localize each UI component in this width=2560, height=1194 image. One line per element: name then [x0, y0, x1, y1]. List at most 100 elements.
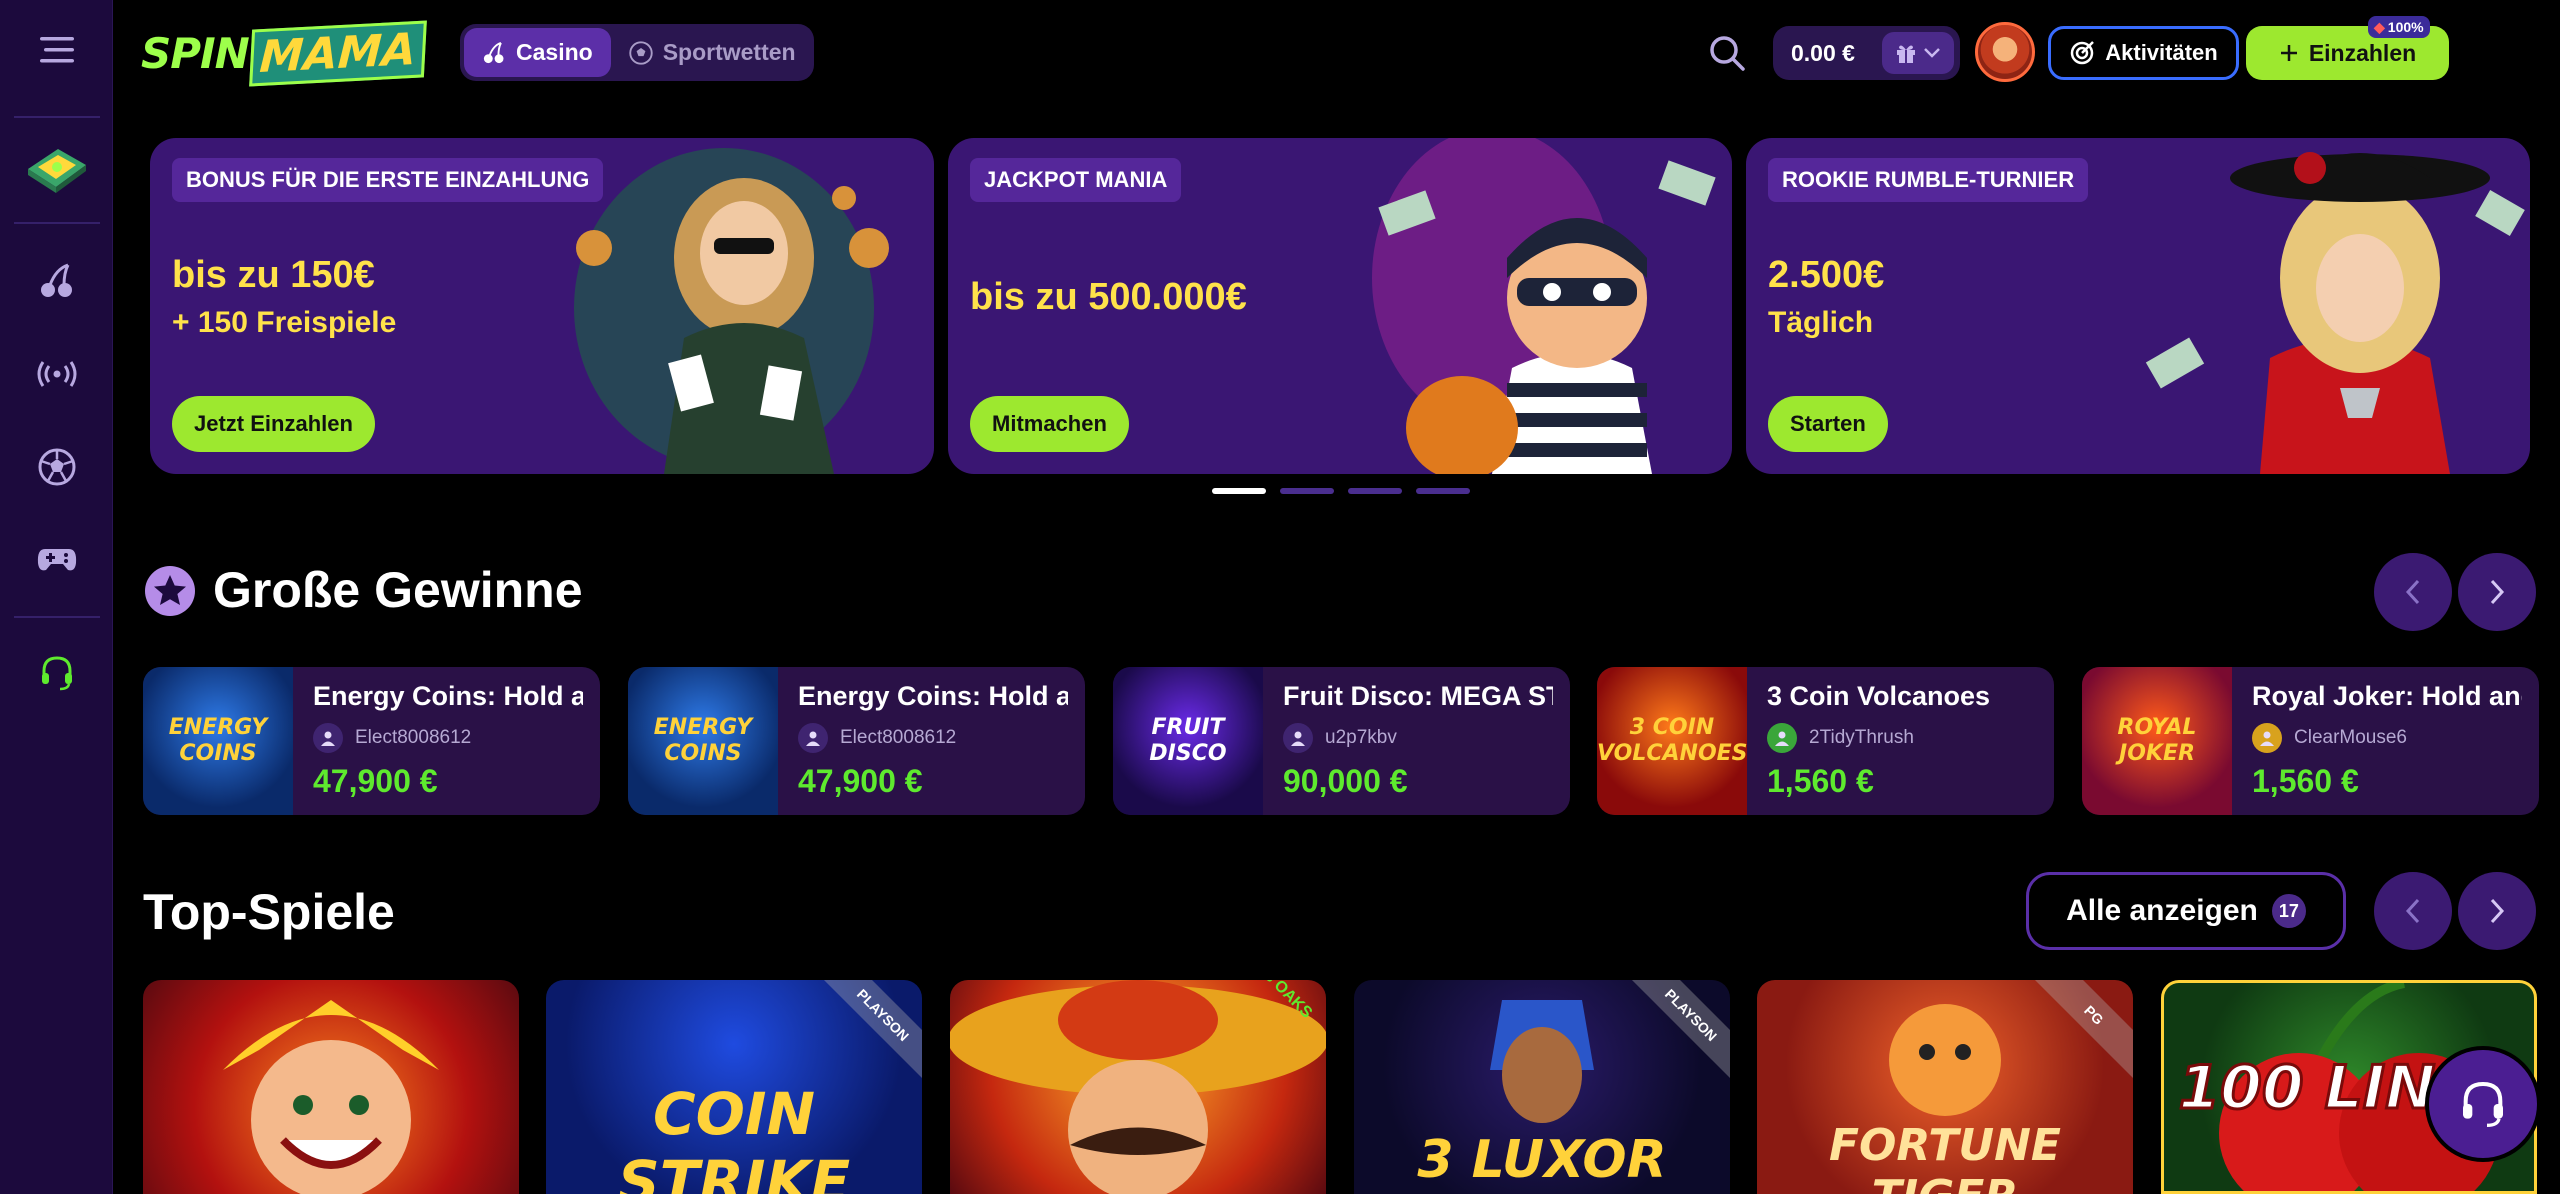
- live-broadcast-icon[interactable]: [22, 339, 92, 409]
- banner-subline: + 150 Freispiele: [172, 306, 397, 339]
- big-win-username: Elect8008612: [355, 727, 472, 748]
- banner-tag: BONUS FÜR DIE ERSTE EINZAHLUNG: [172, 158, 604, 202]
- big-win-card[interactable]: FRUIT DISCO Fruit Disco: MEGA STACKS u2p7k…: [1113, 667, 1570, 815]
- carousel-dot[interactable]: [1416, 488, 1470, 494]
- joker-art: [223, 1000, 439, 1194]
- avatar[interactable]: [1975, 22, 2035, 82]
- starten-button[interactable]: Starten: [1768, 396, 1888, 452]
- deposit-label: Einzahlen: [2308, 39, 2417, 66]
- game-tile-label: 3 LUXOR: [1417, 1130, 1667, 1190]
- sidebar: [0, 0, 113, 1194]
- thumbnail-label: ENERGY COINS: [653, 715, 753, 766]
- user-icon: [1283, 723, 1313, 753]
- spinmama-logo[interactable]: SPIN MAMA: [141, 19, 427, 87]
- football-icon: [629, 40, 653, 65]
- headset-icon: [2463, 1081, 2503, 1127]
- gift-dropdown[interactable]: [1882, 32, 1954, 74]
- big-win-user: Elect8008612: [313, 723, 471, 753]
- wallet-balance[interactable]: 0.00 €: [1773, 26, 1960, 80]
- top-games-title: Top-Spiele: [143, 884, 395, 940]
- big-win-username: u2p7kbv: [1325, 727, 1397, 748]
- big-win-amount: 47,900 €: [313, 763, 438, 799]
- target-icon: [2071, 41, 2095, 65]
- menu-icon[interactable]: [22, 15, 92, 85]
- top-games-next-button[interactable]: [2458, 872, 2536, 950]
- big-wins-title: Große Gewinne: [213, 562, 583, 618]
- thumbnail-label: ROYAL JOKER: [2117, 715, 2197, 766]
- game-tile-fortune-tiger[interactable]: PG FORTUNE TIGER: [1757, 980, 2133, 1194]
- plus-icon: [2280, 45, 2297, 61]
- banner-tag: JACKPOT MANIA: [970, 158, 1182, 202]
- cherries-icon: [483, 41, 504, 63]
- search-button[interactable]: [1700, 26, 1754, 80]
- game-tile-mariachi[interactable]: 3 OAKS: [950, 980, 1326, 1194]
- gamepad-icon[interactable]: [22, 524, 92, 594]
- carousel-dot[interactable]: [1348, 488, 1402, 494]
- user-icon: [313, 723, 343, 753]
- football-icon[interactable]: [22, 432, 92, 502]
- tab-sportwetten-label: Sportwetten: [662, 39, 796, 65]
- sidebar-divider: [14, 616, 100, 618]
- banner-headline: bis zu 150€: [172, 254, 375, 296]
- thumbnail-label: 3 COIN VOLCANOES: [1597, 715, 1748, 766]
- thumbnail-label: ENERGY COINS: [168, 715, 268, 766]
- carousel-dot[interactable]: [1280, 488, 1334, 494]
- activities-button[interactable]: Aktivitäten: [2048, 26, 2239, 80]
- user-icon: [2252, 723, 2282, 753]
- chevron-down-icon: [1924, 48, 1940, 58]
- big-win-username: Elect8008612: [840, 727, 957, 748]
- game-tile-royal-joker[interactable]: [143, 980, 519, 1194]
- big-win-game: Energy Coins: Hold and Win: [798, 681, 1068, 711]
- big-win-user: ClearMouse6: [2252, 723, 2407, 753]
- tab-casino[interactable]: Casino: [464, 28, 611, 77]
- carousel-dot[interactable]: [1212, 488, 1266, 494]
- game-thumbnail: ENERGY COINS: [143, 667, 293, 815]
- game-tile-3-luxor[interactable]: PLAYSON 3 LUXOR: [1354, 980, 1730, 1194]
- mariachi-art: [950, 980, 1326, 1194]
- logo-mama: MAMA: [248, 19, 427, 87]
- game-count-badge: 17: [2271, 894, 2306, 928]
- gift-icon: [1897, 45, 1915, 63]
- big-wins-next-button[interactable]: [2458, 553, 2536, 631]
- robber-illustration: [1372, 138, 1716, 474]
- big-win-amount: 1,560 €: [2252, 763, 2359, 799]
- logo-spin: SPIN: [141, 28, 250, 78]
- game-tile-label: FORTUNE TIGER: [1829, 1120, 2061, 1194]
- live-chat-button[interactable]: [2429, 1050, 2537, 1158]
- carousel-pagination: [1212, 488, 1470, 494]
- balance-value: 0.00 €: [1791, 39, 1855, 66]
- tab-sportwetten[interactable]: Sportwetten: [611, 28, 814, 77]
- banner-tag: ROOKIE RUMBLE-TURNIER: [1768, 158, 2089, 202]
- cherries-icon[interactable]: [22, 246, 92, 316]
- promo-banner-bonus[interactable]: BONUS FÜR DIE ERSTE EINZAHLUNG bis zu 15…: [150, 138, 934, 474]
- mitmachen-button[interactable]: Mitmachen: [970, 396, 1129, 452]
- big-win-amount: 1,560 €: [1767, 763, 1874, 799]
- top-games-prev-button[interactable]: [2374, 872, 2452, 950]
- banner-headline: bis zu 500.000€: [970, 276, 1247, 318]
- big-win-card[interactable]: ENERGY COINS Energy Coins: Hold and Win El…: [628, 667, 1085, 815]
- promo-banner-tournament[interactable]: ROOKIE RUMBLE-TURNIER 2.500€ Täglich Sta…: [1746, 138, 2530, 474]
- activities-label: Aktivitäten: [2105, 40, 2218, 65]
- big-win-card[interactable]: ENERGY COINS Energy Coins: Hold and Win El…: [143, 667, 600, 815]
- big-win-card[interactable]: ROYAL JOKER Royal Joker: Hold and Win Clea…: [2082, 667, 2539, 815]
- star-icon: [145, 566, 195, 616]
- big-win-card[interactable]: 3 COIN VOLCANOES 3 Coin Volcanoes 2TidyThr…: [1597, 667, 2054, 815]
- chevron-left-icon: [2405, 579, 2420, 605]
- big-win-amount: 90,000 €: [1283, 763, 1408, 799]
- chevron-right-icon: [2490, 898, 2505, 924]
- big-win-username: ClearMouse6: [2294, 727, 2407, 748]
- support-headset-icon[interactable]: [22, 638, 92, 708]
- big-win-user: Elect8008612: [798, 723, 956, 753]
- game-tile-coin-strike[interactable]: PLAYSON COIN STRIKE: [546, 980, 922, 1194]
- game-thumbnail: FRUIT DISCO: [1113, 667, 1263, 815]
- big-win-user: u2p7kbv: [1283, 723, 1397, 753]
- big-win-game: Energy Coins: Hold and Win: [313, 681, 583, 711]
- promo-book-icon[interactable]: [22, 132, 92, 202]
- big-wins-prev-button[interactable]: [2374, 553, 2452, 631]
- show-all-button[interactable]: Alle anzeigen 17: [2026, 872, 2346, 950]
- tab-casino-label: Casino: [516, 39, 593, 65]
- jetzt-einzahlen-button[interactable]: Jetzt Einzahlen: [172, 396, 375, 452]
- product-switch: Casino Sportwetten: [460, 24, 814, 81]
- promo-banner-jackpot[interactable]: JACKPOT MANIA bis zu 500.000€ Mitmachen: [948, 138, 1732, 474]
- game-tile-label: COIN STRIKE: [617, 1080, 851, 1194]
